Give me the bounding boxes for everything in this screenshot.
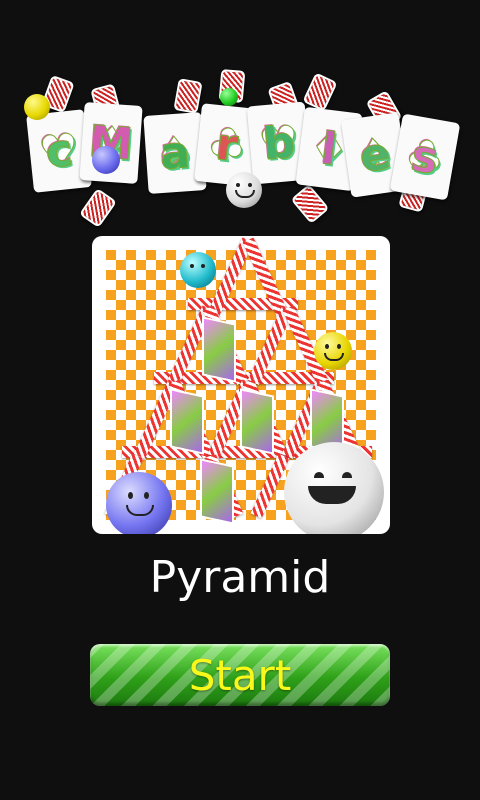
face-card [202,316,236,383]
blue-marble-icon [92,146,120,174]
level-name: Pyramid [149,552,331,603]
start-button[interactable]: Start [90,644,390,706]
logo-letter: s [407,130,443,186]
white-marble-icon [226,172,262,208]
game-logo: ♥ c ♦ M ♠ a ♣ r ♥ b ♦ l ♠ e ♣ s [0,60,480,230]
green-marble-icon [220,88,238,106]
face-card [170,388,204,455]
yellow-marble-icon [314,332,352,370]
scattered-card-icon [78,188,118,228]
scattered-card-icon [290,184,330,224]
blue-marble-icon [106,472,172,534]
cyan-marble-icon [180,252,216,288]
level-preview-image[interactable] [92,236,390,534]
logo-letter-card: ♣ s [389,113,461,201]
scattered-card-icon [173,78,203,114]
face-card [240,388,274,455]
white-marble-icon [284,442,384,534]
start-button-label: Start [188,650,292,700]
yellow-marble-icon [24,94,50,120]
scattered-card-icon [302,72,338,112]
face-card [200,458,234,525]
